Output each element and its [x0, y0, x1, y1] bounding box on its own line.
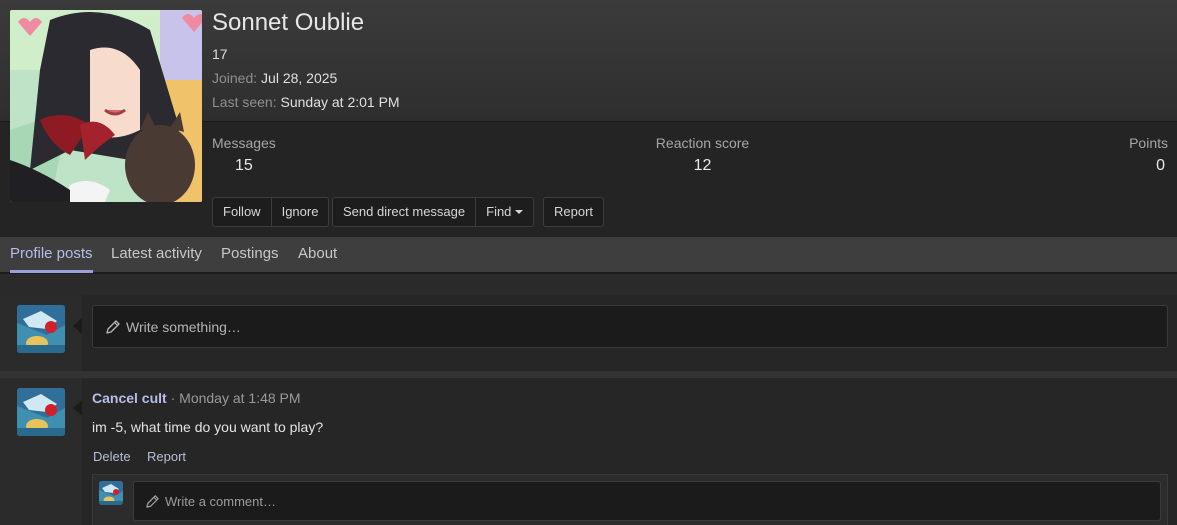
- ignore-button[interactable]: Ignore: [272, 198, 329, 226]
- post-author-avatar[interactable]: [17, 388, 65, 436]
- stat-reaction-score: Reaction score 12: [655, 135, 750, 175]
- post-meta: Cancel cult · Monday at 1:48 PM: [92, 390, 301, 406]
- joined-row: Joined: Jul 28, 2025: [212, 70, 337, 86]
- joined-value: Jul 28, 2025: [261, 70, 338, 86]
- stat-reaction-label: Reaction score: [655, 135, 750, 151]
- message-find-group: Send direct message Find: [332, 197, 535, 227]
- comment-placeholder: Write a comment…: [165, 494, 277, 509]
- comment-input[interactable]: Write a comment…: [133, 481, 1161, 521]
- stat-points-label: Points: [1129, 135, 1168, 151]
- profile-header: Sonnet Oublie 17 Joined: Jul 28, 2025 La…: [0, 0, 1177, 237]
- composer-pointer: [73, 318, 82, 334]
- tab-profile-posts[interactable]: Profile posts: [10, 237, 93, 273]
- profile-avatar[interactable]: [10, 10, 202, 202]
- comment-avatar[interactable]: [99, 481, 123, 505]
- pencil-icon: [146, 495, 159, 508]
- pencil-icon: [106, 320, 120, 334]
- report-post-link[interactable]: Report: [147, 449, 186, 464]
- caret-down-icon: [515, 209, 524, 214]
- section-spacer: [0, 274, 1177, 295]
- profile-post-placeholder: Write something…: [126, 319, 241, 335]
- joined-label: Joined:: [212, 70, 258, 86]
- profile-tabs: Profile posts Latest activity Postings A…: [0, 237, 1177, 273]
- report-profile-button[interactable]: Report: [544, 198, 603, 226]
- find-button[interactable]: Find: [476, 198, 533, 226]
- report-group: Report: [543, 197, 605, 227]
- delete-post-link[interactable]: Delete: [93, 449, 131, 464]
- post-timestamp[interactable]: Monday at 1:48 PM: [179, 390, 300, 406]
- stat-messages-label: Messages: [212, 135, 276, 151]
- last-seen-label: Last seen:: [212, 94, 277, 110]
- find-label: Find: [486, 204, 512, 219]
- last-seen-value[interactable]: Sunday at 2:01 PM: [281, 94, 400, 110]
- stat-points[interactable]: Points 0: [1129, 135, 1168, 175]
- meta-separator: ·: [170, 390, 176, 406]
- follow-button[interactable]: Follow: [213, 198, 272, 226]
- tab-latest-activity[interactable]: Latest activity: [111, 237, 202, 273]
- profile-username: Sonnet Oublie: [212, 9, 365, 36]
- post-author-name[interactable]: Cancel cult: [92, 390, 167, 406]
- last-seen-row: Last seen: Sunday at 2:01 PM: [212, 94, 400, 110]
- send-direct-message-button[interactable]: Send direct message: [333, 198, 477, 226]
- post-body: im -5, what time do you want to play?: [92, 419, 324, 435]
- stat-points-value[interactable]: 0: [1129, 157, 1168, 175]
- tab-about[interactable]: About: [298, 237, 337, 273]
- user-title: 17: [212, 46, 228, 62]
- post-divider: [0, 371, 1177, 378]
- profile-post-input[interactable]: Write something…: [92, 305, 1168, 348]
- stat-messages-value[interactable]: 15: [212, 157, 276, 175]
- post-pointer: [73, 400, 82, 416]
- follow-ignore-group: Follow Ignore: [212, 197, 330, 227]
- stat-reaction-value: 12: [693, 157, 712, 174]
- stat-messages[interactable]: Messages 15: [212, 135, 276, 175]
- composer-avatar[interactable]: [17, 305, 65, 353]
- tab-postings[interactable]: Postings: [221, 237, 279, 273]
